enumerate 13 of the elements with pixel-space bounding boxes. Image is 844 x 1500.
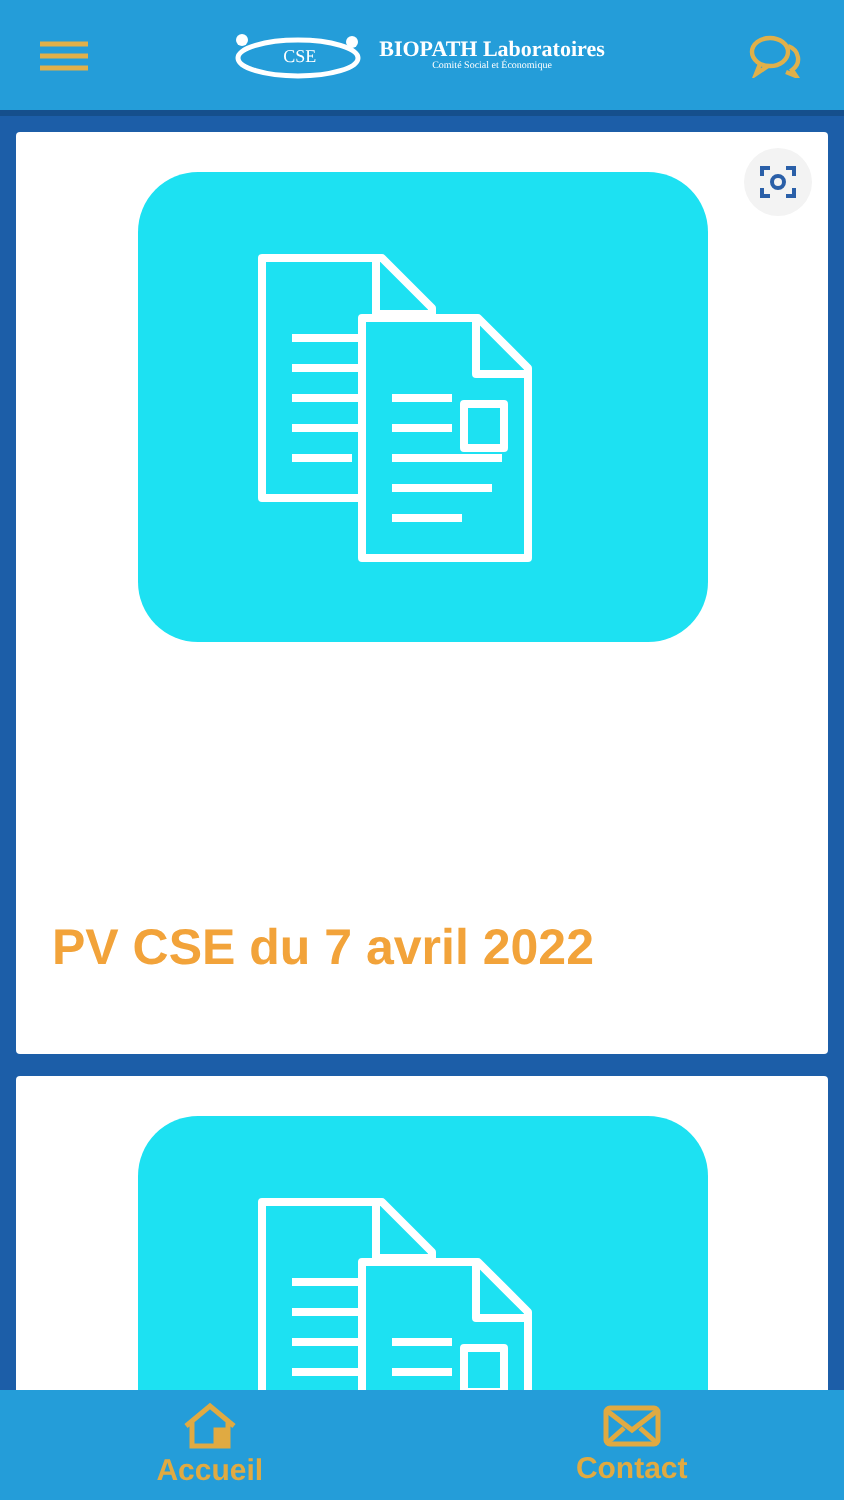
scan-icon (760, 164, 796, 200)
mail-icon (601, 1404, 662, 1448)
document-card[interactable]: PV CSE du 7 avril 2022 (16, 132, 828, 1054)
brand-name: BIOPATH Laboratoires (379, 38, 605, 62)
nav-tab[interactable]: Accueil (128, 1402, 292, 1488)
nav-tab[interactable]: Contact (547, 1404, 716, 1486)
logo-icon (231, 31, 364, 79)
logo-text: CSE (283, 45, 317, 65)
menu-icon[interactable] (40, 39, 88, 71)
home-icon (181, 1402, 238, 1450)
card-title: PV CSE du 7 avril 2022 (50, 920, 594, 978)
chat-icon[interactable] (748, 33, 804, 77)
scan-button[interactable] (744, 148, 812, 216)
